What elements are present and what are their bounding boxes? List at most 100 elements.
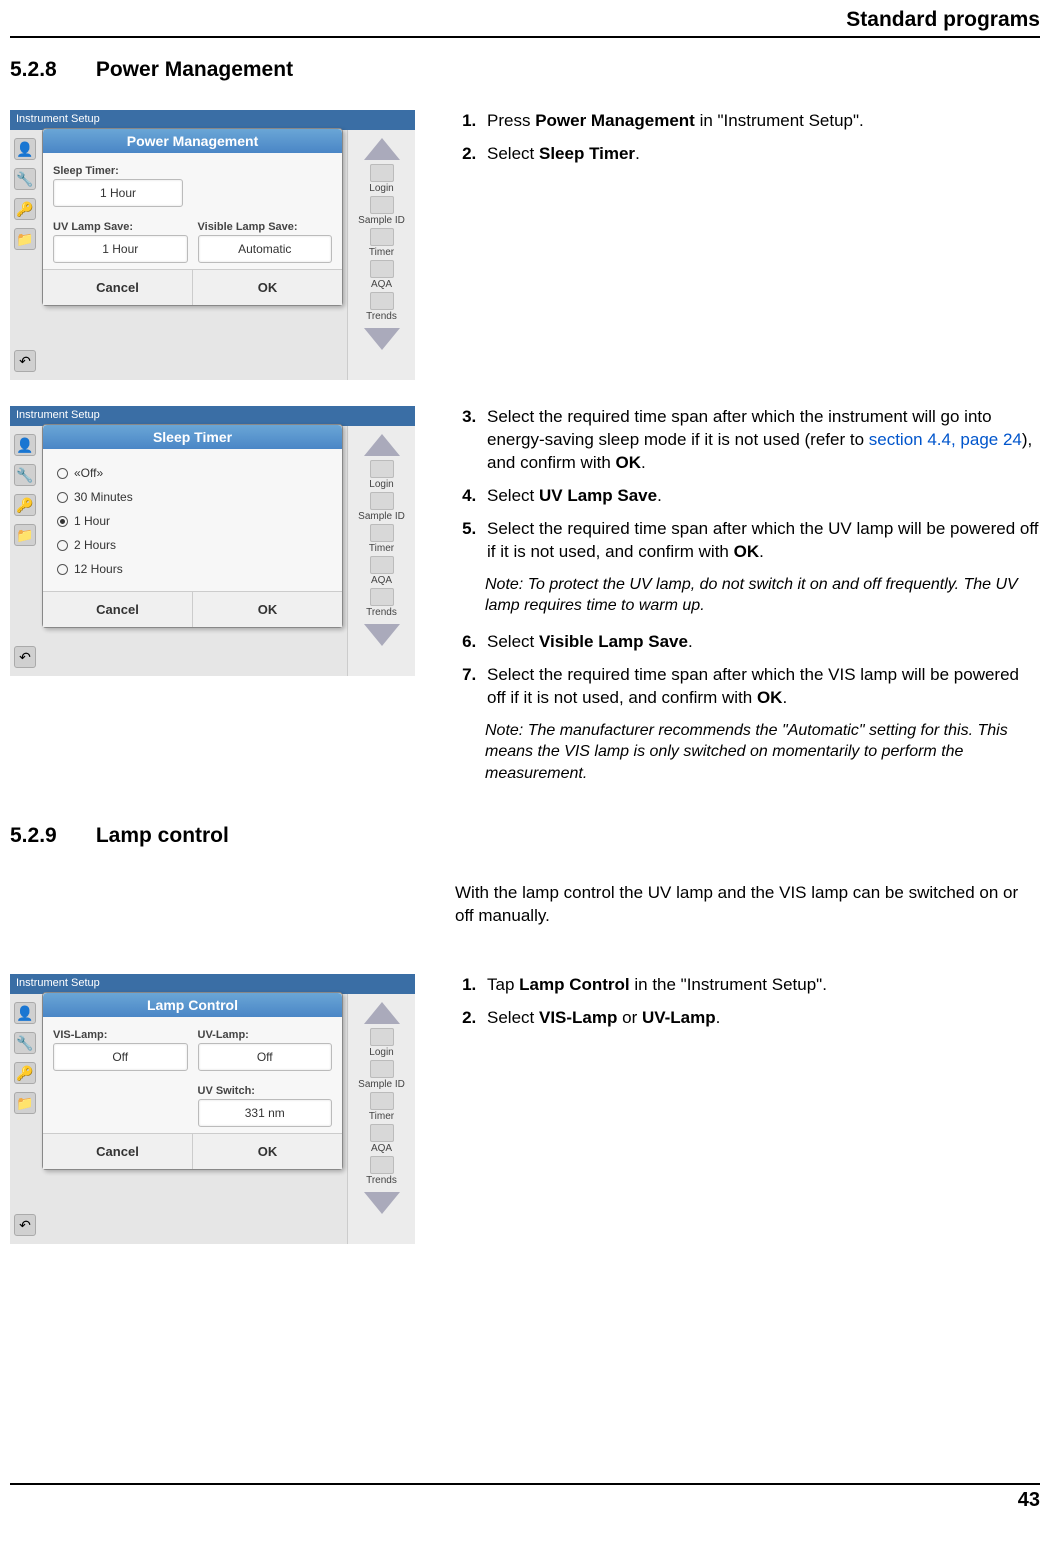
vis-lamp-button[interactable]: Off: [53, 1043, 188, 1071]
step-1: Tap Lamp Control in the "Instrument Setu…: [481, 974, 1040, 997]
person-icon[interactable]: 👤: [14, 138, 36, 160]
timer-icon[interactable]: [370, 228, 394, 246]
radio-icon: [57, 540, 68, 551]
uv-lamp-save-button[interactable]: 1 Hour: [53, 235, 188, 263]
sample-id-icon[interactable]: [370, 196, 394, 214]
right-toolbar: Login Sample ID Timer AQA Trends: [347, 994, 415, 1244]
step-7: Select the required time span after whic…: [481, 664, 1040, 710]
tool-icon[interactable]: 🔧: [14, 464, 36, 486]
sample-id-icon[interactable]: [370, 1060, 394, 1078]
visible-lamp-save-label: Visible Lamp Save:: [198, 221, 333, 233]
folder-icon[interactable]: 📁: [14, 1092, 36, 1114]
sleep-timer-option[interactable]: 30 Minutes: [55, 485, 330, 509]
step-list-1: Press Power Management in "Instrument Se…: [455, 110, 1040, 166]
uv-switch-button[interactable]: 331 nm: [198, 1099, 333, 1127]
step-4: Select UV Lamp Save.: [481, 485, 1040, 508]
aqa-icon[interactable]: [370, 556, 394, 574]
dialog-title: Sleep Timer: [43, 425, 342, 449]
timer-icon[interactable]: [370, 524, 394, 542]
login-icon[interactable]: [370, 460, 394, 478]
aqa-icon[interactable]: [370, 1124, 394, 1142]
scroll-up-icon[interactable]: [364, 434, 400, 456]
sleep-timer-option[interactable]: 1 Hour: [55, 509, 330, 533]
person-icon[interactable]: 👤: [14, 1002, 36, 1024]
trends-icon[interactable]: [370, 1156, 394, 1174]
key-icon[interactable]: 🔑: [14, 1062, 36, 1084]
left-toolbar: 👤 🔧 🔑 📁 ↶: [10, 130, 40, 380]
bg-title: Instrument Setup: [10, 110, 415, 130]
login-icon[interactable]: [370, 164, 394, 182]
scroll-up-icon[interactable]: [364, 138, 400, 160]
screenshot-2: Instrument Setup 👤 🔧 🔑 📁 ↶ Login Sample …: [10, 406, 415, 798]
content-row-3: Instrument Setup 👤 🔧 🔑 📁 ↶ Login Sample …: [10, 974, 1040, 1244]
uv-lamp-label: UV-Lamp:: [198, 1029, 333, 1041]
scroll-down-icon[interactable]: [364, 624, 400, 646]
tool-icon[interactable]: 🔧: [14, 168, 36, 190]
sleep-timer-option[interactable]: 2 Hours: [55, 533, 330, 557]
radio-icon: [57, 492, 68, 503]
key-icon[interactable]: 🔑: [14, 494, 36, 516]
sleep-timer-button[interactable]: 1 Hour: [53, 179, 183, 207]
radio-icon: [57, 564, 68, 575]
undo-icon[interactable]: ↶: [14, 350, 36, 372]
cancel-button[interactable]: Cancel: [43, 270, 193, 305]
chapter-header: Standard programs: [10, 8, 1040, 38]
note-1: Note: To protect the UV lamp, do not swi…: [485, 574, 1040, 617]
trends-icon[interactable]: [370, 588, 394, 606]
step-1: Press Power Management in "Instrument Se…: [481, 110, 1040, 133]
cancel-button[interactable]: Cancel: [43, 1134, 193, 1169]
visible-lamp-save-button[interactable]: Automatic: [198, 235, 333, 263]
content-row-2: Instrument Setup 👤 🔧 🔑 📁 ↶ Login Sample …: [10, 406, 1040, 798]
folder-icon[interactable]: 📁: [14, 228, 36, 250]
intro-row: With the lamp control the UV lamp and th…: [10, 876, 1040, 948]
cancel-button[interactable]: Cancel: [43, 592, 193, 627]
ok-button[interactable]: OK: [193, 270, 342, 305]
note-2: Note: The manufacturer recommends the "A…: [485, 720, 1040, 785]
cross-reference-link[interactable]: section 4.4, page 24: [869, 430, 1022, 449]
tool-icon[interactable]: 🔧: [14, 1032, 36, 1054]
section-title: Lamp control: [96, 824, 229, 847]
content-row-1: Instrument Setup 👤 🔧 🔑 📁 ↶ Login Sample …: [10, 110, 1040, 380]
login-icon[interactable]: [370, 1028, 394, 1046]
aqa-icon[interactable]: [370, 260, 394, 278]
scroll-down-icon[interactable]: [364, 328, 400, 350]
right-toolbar: Login Sample ID Timer AQA Trends: [347, 130, 415, 380]
step-5: Select the required time span after whic…: [481, 518, 1040, 564]
page-footer: 43: [10, 1483, 1040, 1512]
step-6: Select Visible Lamp Save.: [481, 631, 1040, 654]
radio-icon: [57, 468, 68, 479]
scroll-down-icon[interactable]: [364, 1192, 400, 1214]
sleep-timer-option[interactable]: 12 Hours: [55, 557, 330, 581]
section-number: 5.2.8: [10, 58, 90, 82]
left-toolbar: 👤 🔧 🔑 📁 ↶: [10, 994, 40, 1244]
sleep-timer-option[interactable]: «Off»: [55, 461, 330, 485]
ok-button[interactable]: OK: [193, 1134, 342, 1169]
option-label: 30 Minutes: [74, 490, 133, 504]
sample-id-icon[interactable]: [370, 492, 394, 510]
option-label: 12 Hours: [74, 562, 123, 576]
uv-lamp-button[interactable]: Off: [198, 1043, 333, 1071]
key-icon[interactable]: 🔑: [14, 198, 36, 220]
vis-lamp-label: VIS-Lamp:: [53, 1029, 188, 1041]
lamp-control-dialog: Lamp Control VIS-Lamp: Off UV-Lamp: Off: [42, 992, 343, 1170]
undo-icon[interactable]: ↶: [14, 646, 36, 668]
undo-icon[interactable]: ↶: [14, 1214, 36, 1236]
section-intro: With the lamp control the UV lamp and th…: [455, 882, 1040, 928]
step-2: Select Sleep Timer.: [481, 143, 1040, 166]
scroll-up-icon[interactable]: [364, 1002, 400, 1024]
section-heading-5-2-8: 5.2.8 Power Management: [10, 58, 1040, 82]
timer-icon[interactable]: [370, 1092, 394, 1110]
dialog-title: Power Management: [43, 129, 342, 153]
trends-icon[interactable]: [370, 292, 394, 310]
folder-icon[interactable]: 📁: [14, 524, 36, 546]
section-number: 5.2.9: [10, 824, 90, 848]
radio-icon: [57, 516, 68, 527]
person-icon[interactable]: 👤: [14, 434, 36, 456]
step-3: Select the required time span after whic…: [481, 406, 1040, 475]
ok-button[interactable]: OK: [193, 592, 342, 627]
sleep-timer-label: Sleep Timer:: [53, 165, 332, 177]
section-title: Power Management: [96, 58, 293, 81]
step-2: Select VIS-Lamp or UV-Lamp.: [481, 1007, 1040, 1030]
sleep-timer-dialog: Sleep Timer «Off» 30 Minutes 1 Hour2 Hours…: [42, 424, 343, 628]
step-list-2b: Select Visible Lamp Save. Select the req…: [455, 631, 1040, 710]
